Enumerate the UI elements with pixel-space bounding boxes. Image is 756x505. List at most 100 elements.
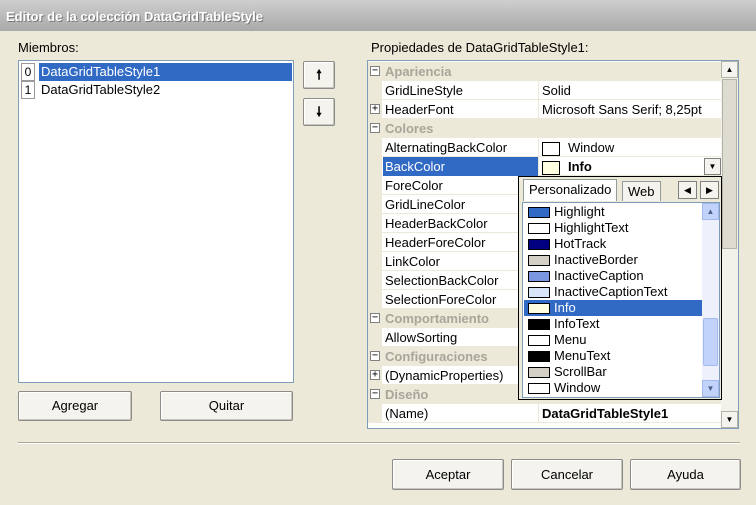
property-value[interactable]: Microsoft Sans Serif; 8,25pt [540,100,721,119]
row-gutter [368,290,382,309]
scroll-down-icon[interactable]: ▼ [702,380,719,397]
color-name: MenuText [554,348,611,363]
row-gutter [368,328,382,347]
color-name: ScrollBar [554,364,607,379]
property-row[interactable]: GridLineStyle Solid [368,81,721,100]
ok-button[interactable]: Aceptar [392,459,504,490]
color-name: Highlight [554,204,605,219]
property-name: BackColor [383,157,539,176]
color-name: Window [554,380,601,395]
color-swatch [528,255,550,267]
property-value[interactable]: DataGridTableStyle1 [540,404,721,423]
move-up-button[interactable]: 🠕 [303,61,335,89]
cancel-button[interactable]: Cancelar [511,459,623,490]
property-row[interactable]: AlternatingBackColor Window [368,138,721,157]
row-gutter: − [368,119,382,138]
property-value[interactable]: Solid [540,81,721,100]
color-list-item[interactable]: MenuText [524,348,702,364]
arrow-up-icon: 🠕 [316,67,322,82]
color-name: HighlightText [554,220,629,235]
members-label: Miembros: [18,40,79,55]
color-list-item[interactable]: InactiveCaptionText [524,284,702,300]
property-grid-scrollbar[interactable]: ▲ ▼ [721,61,738,428]
color-picker-tabs: Personalizado Web ◀ ▶ [521,179,721,201]
row-gutter [368,138,382,157]
tab-web[interactable]: Web [622,181,661,201]
tab-scroll-right-icon[interactable]: ▶ [700,181,719,199]
property-name: HeaderBackColor [383,214,539,233]
row-gutter [368,404,382,423]
color-list-item[interactable]: Menu [524,332,702,348]
color-list-item[interactable]: Highlight [524,204,702,220]
member-index: 1 [21,81,35,99]
color-list-item[interactable]: InactiveCaption [524,268,702,284]
property-value-text: Info [568,159,592,174]
row-gutter: − [368,347,382,366]
window-title: Editor de la colección DataGridTableStyl… [0,0,756,31]
scroll-thumb[interactable] [703,318,718,366]
color-dropdown-button[interactable]: ▼ [704,158,721,175]
property-name: HeaderForeColor [383,233,539,252]
expand-icon[interactable]: + [370,104,380,114]
color-swatch [542,141,560,156]
collapse-icon[interactable]: − [370,313,380,323]
color-name: InfoText [554,316,600,331]
property-category[interactable]: − Colores [368,119,721,138]
property-name: (Name) [383,404,539,423]
move-down-button[interactable]: 🠗 [303,98,335,126]
property-name: GridLineColor [383,195,539,214]
color-list-item[interactable]: HighlightText [524,220,702,236]
add-button[interactable]: Agregar [18,391,132,421]
color-list-item[interactable]: Info [524,300,702,316]
tab-scroll-left-icon[interactable]: ◀ [678,181,697,199]
collapse-icon[interactable]: − [370,351,380,361]
color-list[interactable]: Window ScrollBar MenuText Menu InfoText Info I… [522,202,720,398]
color-list-scrollbar[interactable]: ▲ ▼ [702,203,719,397]
color-name: InactiveCaptionText [554,284,668,299]
property-name: ForeColor [383,176,539,195]
property-name: Colores [385,121,434,136]
scroll-up-icon[interactable]: ▲ [702,203,719,220]
color-list-item[interactable]: InactiveBorder [524,252,702,268]
tab-personalizado[interactable]: Personalizado [523,179,618,201]
property-name: SelectionBackColor [383,271,539,290]
property-category[interactable]: − Apariencia [368,62,721,81]
property-value-text: Window [568,140,615,155]
property-name: Apariencia [385,64,452,79]
footer-divider [18,442,740,444]
property-row[interactable]: BackColor Info [368,157,721,176]
property-name: LinkColor [383,252,539,271]
collapse-icon[interactable]: − [370,123,380,133]
collapse-icon[interactable]: − [370,66,380,76]
row-gutter: − [368,62,382,81]
help-button[interactable]: Ayuda [630,459,741,490]
property-value[interactable]: Window [540,138,721,157]
color-name: HotTrack [554,236,607,251]
collapse-icon[interactable]: − [370,389,380,399]
member-name: DataGridTableStyle2 [41,82,161,97]
property-value[interactable]: Info [540,157,721,176]
property-name: (DynamicProperties) [383,366,539,385]
property-name: AllowSorting [383,328,539,347]
color-list-item[interactable]: InfoText [524,316,702,332]
expand-icon[interactable]: + [370,370,380,380]
scroll-up-icon[interactable]: ▲ [721,61,738,78]
property-name: GridLineStyle [383,81,539,100]
scroll-down-icon[interactable]: ▼ [721,411,738,428]
color-picker-popup[interactable]: Personalizado Web ◀ ▶ Window ScrollBar Men… [518,176,722,400]
property-row[interactable]: (Name) DataGridTableStyle1 [368,404,721,423]
list-item-member-1[interactable]: 1 DataGridTableStyle2 [21,81,292,99]
members-list[interactable]: 0 DataGridTableStyle1 1 DataGridTableSty… [18,60,294,383]
color-swatch [528,239,550,251]
list-item-member-0[interactable]: 0 DataGridTableStyle1 [21,63,292,81]
property-row[interactable]: + HeaderFont Microsoft Sans Serif; 8,25pt [368,100,721,119]
scroll-thumb[interactable] [722,79,737,249]
color-list-item[interactable]: HotTrack [524,236,702,252]
color-list-item[interactable]: Window [524,380,702,396]
row-gutter: + [368,366,382,385]
row-gutter [368,214,382,233]
color-list-item[interactable]: ScrollBar [524,364,702,380]
remove-button[interactable]: Quitar [160,391,293,421]
row-gutter [368,81,382,100]
color-swatch [528,303,550,315]
